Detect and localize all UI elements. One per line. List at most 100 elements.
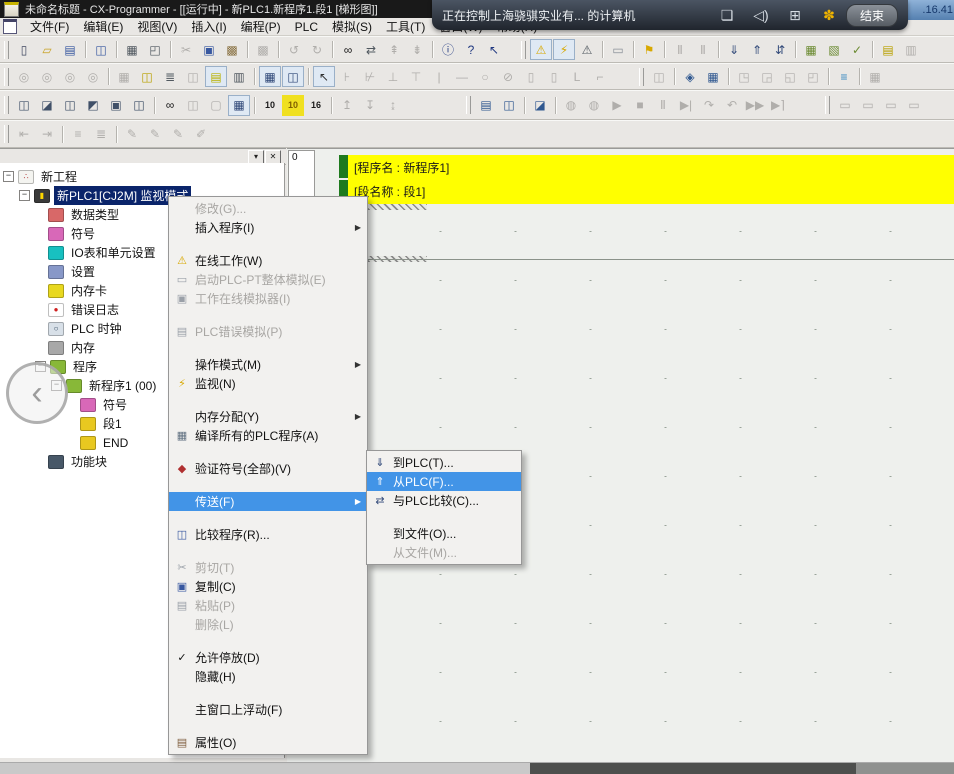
force-off-icon[interactable]: ↧ bbox=[359, 95, 381, 116]
toolbar-grip[interactable] bbox=[639, 68, 644, 86]
cut-icon[interactable]: ✂ bbox=[175, 39, 197, 60]
program-check-icon[interactable]: ✓ bbox=[846, 39, 868, 60]
replace-icon[interactable]: ⇄ bbox=[360, 39, 382, 60]
sim-fast-forward-icon[interactable]: ▶▶ bbox=[744, 95, 766, 116]
contact-or-no-icon[interactable]: ⊥ bbox=[382, 66, 404, 87]
menu-item-work-online[interactable]: ⚠在线工作(W) bbox=[169, 251, 367, 270]
sim-stop-icon[interactable]: ■ bbox=[629, 95, 651, 116]
monitor-hex-icon[interactable]: 16 bbox=[305, 95, 327, 116]
sim-continuous-run-icon[interactable]: ◍ bbox=[583, 95, 605, 116]
window-4-icon[interactable]: ◩ bbox=[82, 95, 104, 116]
monitor-decimal-icon[interactable]: 10 bbox=[259, 95, 281, 116]
sim-step-out-icon[interactable]: ↶ bbox=[721, 95, 743, 116]
menubar-item-view[interactable]: 视图(V) bbox=[130, 17, 184, 36]
coil-closed-icon[interactable]: ⊘ bbox=[497, 66, 519, 87]
transfer-from-plc-icon[interactable]: ⇑ bbox=[746, 39, 768, 60]
new-file-icon[interactable]: ▯ bbox=[13, 39, 35, 60]
toolbar-grip[interactable] bbox=[521, 41, 526, 59]
zoom-custom-icon[interactable]: ◎ bbox=[82, 66, 104, 87]
fb-open-icon[interactable]: ◫ bbox=[498, 95, 520, 116]
search-files-icon[interactable]: ◫ bbox=[90, 39, 112, 60]
cross-reference-icon[interactable]: ◫ bbox=[182, 66, 204, 87]
new-plc-icon[interactable]: ◫ bbox=[648, 66, 670, 87]
sim-play-icon[interactable]: ▶ bbox=[606, 95, 628, 116]
transfer-to-plc-icon[interactable]: ⇓ bbox=[723, 39, 745, 60]
simulator-transfer-icon[interactable]: ◪ bbox=[529, 95, 551, 116]
monitor-window-3-icon[interactable]: ▭ bbox=[880, 95, 902, 116]
menu-item-insert-program[interactable]: 插入程序(I)▶ bbox=[169, 218, 367, 237]
horizontal-line-icon[interactable]: — bbox=[451, 66, 473, 87]
window-6-icon[interactable]: ◫ bbox=[128, 95, 150, 116]
symbols-list-icon[interactable]: ≣ bbox=[159, 66, 181, 87]
open-file-icon[interactable]: ▱ bbox=[36, 39, 58, 60]
rung-list-1-icon[interactable]: ≡ bbox=[67, 124, 89, 145]
tree-expander-icon[interactable]: − bbox=[19, 190, 30, 201]
menu-item-copy[interactable]: ▣复制(C) bbox=[169, 577, 367, 596]
save-icon[interactable]: ▤ bbox=[59, 39, 81, 60]
menu-item-compare-with-plc[interactable]: ⇄与PLC比较(C)... bbox=[367, 491, 521, 510]
indent-left-icon[interactable]: ⇤ bbox=[13, 124, 35, 145]
show-grid-icon[interactable]: ▦ bbox=[113, 66, 135, 87]
menubar-item-programming[interactable]: 编程(P) bbox=[234, 17, 288, 36]
menubar-item-simulation[interactable]: 模拟(S) bbox=[325, 17, 379, 36]
menu-item-compile-all-plc-programs[interactable]: ▦编译所有的PLC程序(A) bbox=[169, 426, 367, 445]
paste-special-icon[interactable]: ▩ bbox=[252, 39, 274, 60]
pen-4-icon[interactable]: ✐ bbox=[190, 124, 212, 145]
window-5-icon[interactable]: ▣ bbox=[105, 95, 127, 116]
monitor-window-4-icon[interactable]: ▭ bbox=[903, 95, 925, 116]
window-3-icon[interactable]: ◫ bbox=[59, 95, 81, 116]
menu-item-monitor[interactable]: ⚡监视(N) bbox=[169, 374, 367, 393]
indent-right-icon[interactable]: ⇥ bbox=[36, 124, 58, 145]
pause-b-icon[interactable]: Ⅱ bbox=[692, 39, 714, 60]
find-previous-icon[interactable]: ⇞ bbox=[383, 39, 405, 60]
pen-1-icon[interactable]: ✎ bbox=[121, 124, 143, 145]
menu-item-properties[interactable]: ▤属性(O) bbox=[169, 733, 367, 752]
plc-pt-simulation-icon[interactable]: ▭ bbox=[607, 39, 629, 60]
compile-icon[interactable]: ▦ bbox=[800, 39, 822, 60]
fullscreen-icon[interactable]: ❏ bbox=[710, 7, 744, 24]
compile-all-icon[interactable]: ▧ bbox=[823, 39, 845, 60]
menubar-item-tools[interactable]: 工具(T) bbox=[379, 17, 432, 36]
window-2-icon[interactable]: ◪ bbox=[36, 95, 58, 116]
sunflower-icon[interactable]: ✽ bbox=[812, 7, 846, 24]
coil-icon[interactable]: ○ bbox=[474, 66, 496, 87]
menu-item-float-on-main-window[interactable]: 主窗口上浮动(F) bbox=[169, 700, 367, 719]
io-table-icon[interactable]: ▤ bbox=[877, 39, 899, 60]
compare-with-plc-tb-icon[interactable]: ⇵ bbox=[769, 39, 791, 60]
floating-back-button[interactable]: ‹ bbox=[6, 362, 68, 424]
toolbar-grip[interactable] bbox=[4, 41, 9, 59]
toolbar-grip[interactable] bbox=[825, 96, 830, 114]
watch-1-icon[interactable]: ◫ bbox=[182, 95, 204, 116]
tree-expander-icon[interactable]: − bbox=[3, 171, 14, 182]
undo-icon[interactable]: ↺ bbox=[283, 39, 305, 60]
menu-item-hide[interactable]: 隐藏(H) bbox=[169, 667, 367, 686]
menubar-item-edit[interactable]: 编辑(E) bbox=[76, 17, 130, 36]
pause-monitoring-icon[interactable]: ⚠ bbox=[576, 39, 598, 60]
menubar-item-plc[interactable]: PLC bbox=[288, 19, 325, 35]
sim-step-in-icon[interactable]: ▶| bbox=[675, 95, 697, 116]
monitor-toggle-icon[interactable]: ⚡ bbox=[553, 39, 575, 60]
force-on-icon[interactable]: ↥ bbox=[336, 95, 358, 116]
find-icon[interactable]: ∞ bbox=[337, 39, 359, 60]
fb-save-icon[interactable]: ▤ bbox=[475, 95, 497, 116]
monitor-window-1-icon[interactable]: ▭ bbox=[834, 95, 856, 116]
edit-2-icon[interactable]: ◲ bbox=[756, 66, 778, 87]
select-tool-icon[interactable]: ↖ bbox=[313, 66, 335, 87]
menu-item-allow-docking[interactable]: ✓允许停放(D) bbox=[169, 648, 367, 667]
help-icon[interactable]: ? bbox=[460, 39, 482, 60]
find-binoculars-icon[interactable]: ∞ bbox=[159, 95, 181, 116]
monitor-window-2-icon[interactable]: ▭ bbox=[857, 95, 879, 116]
menu-item-verify-symbols-all[interactable]: ◆验证符号(全部)(V) bbox=[169, 459, 367, 478]
paste-icon[interactable]: ▩ bbox=[221, 39, 243, 60]
section-name-row[interactable]: [段名称 : 段1] bbox=[348, 179, 954, 204]
menu-item-from-plc[interactable]: ⇑从PLC(F)... bbox=[367, 472, 521, 491]
ladder-view-icon[interactable]: ◫ bbox=[282, 66, 304, 87]
edit-3-icon[interactable]: ◱ bbox=[779, 66, 801, 87]
zoom-out-icon[interactable]: ◎ bbox=[36, 66, 58, 87]
toolbar-grip[interactable] bbox=[466, 96, 471, 114]
monitor-icon[interactable]: ⊞ bbox=[778, 7, 812, 24]
about-icon[interactable]: ⓘ bbox=[437, 39, 459, 60]
contact-nc-icon[interactable]: ⊬ bbox=[359, 66, 381, 87]
local-symbols-icon[interactable]: ▤ bbox=[205, 66, 227, 87]
pane-close-button[interactable]: ✕ bbox=[265, 150, 281, 164]
